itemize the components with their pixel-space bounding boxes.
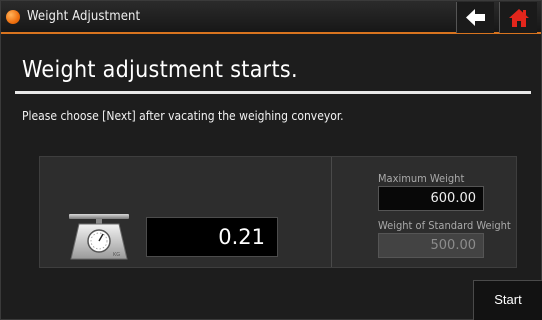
back-arrow-icon	[466, 9, 485, 26]
maximum-weight-label: Maximum Weight	[378, 172, 465, 185]
home-icon	[509, 9, 529, 27]
weighing-scale-icon: KG	[69, 214, 129, 260]
current-weight-display: 0.21	[146, 217, 278, 257]
title-bar: Weight Adjustment	[1, 1, 541, 34]
maximum-weight-field[interactable]: 600.00	[378, 186, 484, 211]
standard-weight-field: 500.00	[378, 233, 484, 258]
heading-divider	[15, 91, 531, 94]
back-button[interactable]	[456, 2, 494, 33]
panel-divider	[331, 157, 332, 267]
instruction-text: Please choose [Next] after vacating the …	[22, 109, 344, 123]
svg-text:KG: KG	[113, 252, 120, 258]
standard-weight-label: Weight of Standard Weight	[378, 219, 511, 232]
weight-adjustment-screen: Weight Adjustment Weight adjustment star…	[0, 0, 542, 320]
orange-dot-icon	[6, 10, 20, 24]
window-title: Weight Adjustment	[27, 9, 141, 24]
page-title: Weight adjustment starts.	[22, 57, 298, 83]
start-button[interactable]: Start	[473, 280, 542, 320]
home-button[interactable]	[499, 2, 537, 33]
